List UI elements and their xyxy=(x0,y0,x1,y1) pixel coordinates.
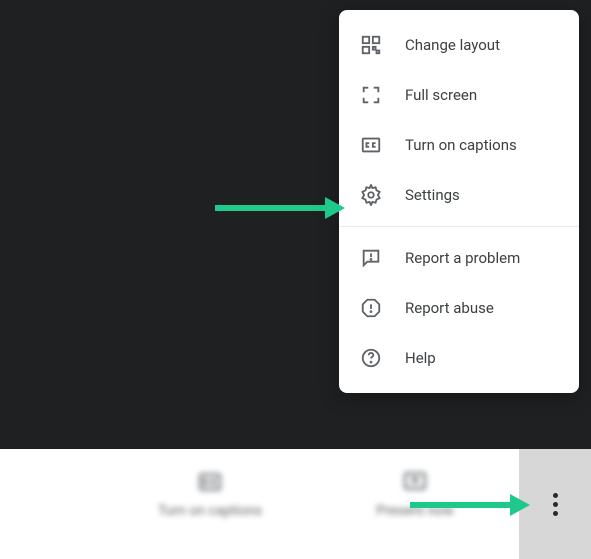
menu-item-label: Report abuse xyxy=(405,299,494,317)
annotation-arrow-settings xyxy=(215,195,345,221)
toolbar-captions-button[interactable]: Turn on captions xyxy=(130,469,290,519)
help-icon xyxy=(359,346,383,370)
layout-icon xyxy=(359,33,383,57)
toolbar-label: Turn on captions xyxy=(158,503,262,519)
menu-item-captions[interactable]: Turn on captions xyxy=(339,120,579,170)
menu-item-label: Change layout xyxy=(405,36,500,54)
menu-item-report-problem[interactable]: Report a problem xyxy=(339,233,579,283)
menu-item-label: Report a problem xyxy=(405,249,520,267)
menu-item-change-layout[interactable]: Change layout xyxy=(339,20,579,70)
menu-item-label: Help xyxy=(405,349,436,367)
menu-item-label: Full screen xyxy=(405,86,477,104)
gear-icon xyxy=(359,183,383,207)
captions-icon xyxy=(359,133,383,157)
annotation-arrow-more xyxy=(410,492,530,518)
report-abuse-icon xyxy=(359,296,383,320)
menu-item-label: Settings xyxy=(405,186,460,204)
menu-item-settings[interactable]: Settings xyxy=(339,170,579,220)
menu-divider xyxy=(339,226,579,227)
menu-item-help[interactable]: Help xyxy=(339,333,579,383)
menu-item-label: Turn on captions xyxy=(405,136,517,154)
menu-item-report-abuse[interactable]: Report abuse xyxy=(339,283,579,333)
options-menu: Change layout Full screen Turn on captio… xyxy=(339,10,579,393)
feedback-icon xyxy=(359,246,383,270)
captions-icon xyxy=(197,469,223,495)
fullscreen-icon xyxy=(359,83,383,107)
menu-item-full-screen[interactable]: Full screen xyxy=(339,70,579,120)
more-vertical-icon xyxy=(553,493,558,516)
